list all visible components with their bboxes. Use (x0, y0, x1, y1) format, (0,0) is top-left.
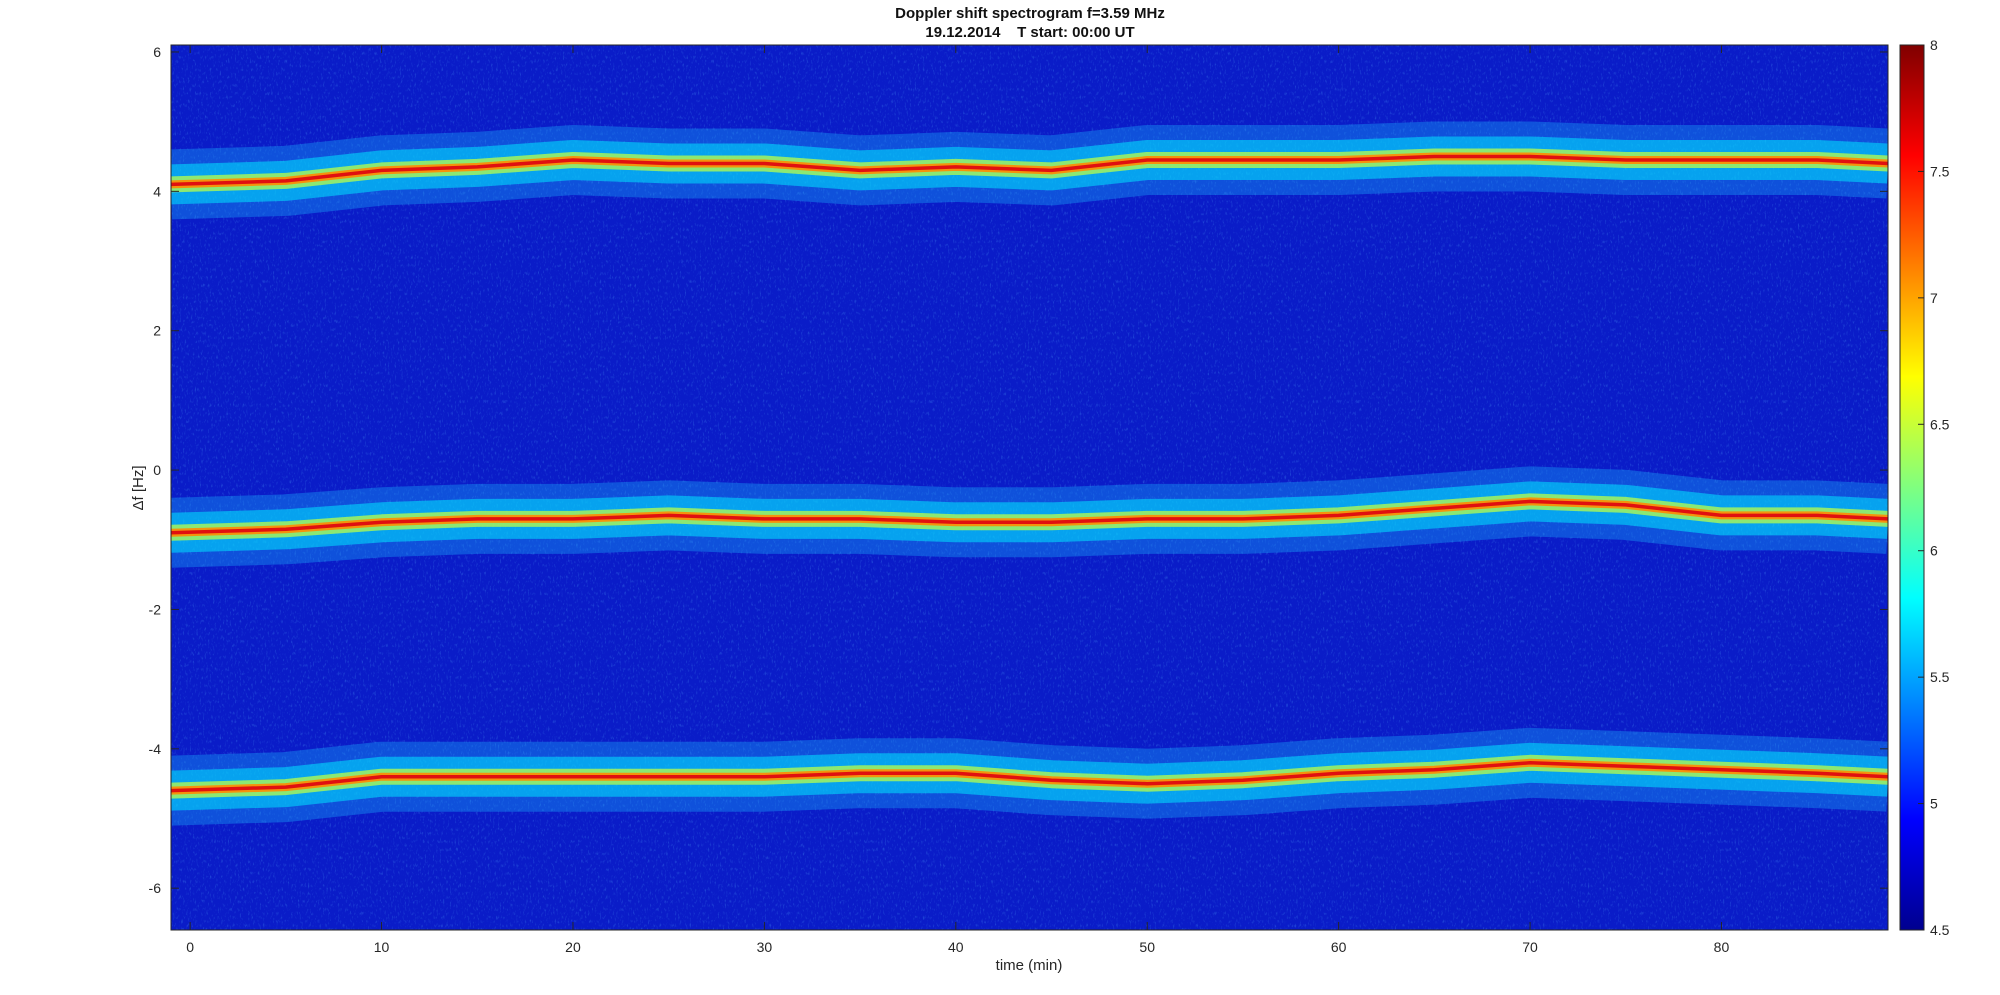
colorbar-tick-label-1: 7.5 (1930, 163, 1950, 179)
x-axis-label: time (min) (996, 957, 1063, 974)
x-tick-label-4: 40 (948, 939, 964, 955)
x-tick-label-5: 50 (1139, 939, 1155, 955)
colorbar-tick-label-5: 5.5 (1930, 669, 1950, 685)
colorbar-tick-label-6: 5 (1930, 796, 1938, 812)
colorbar-tick-label-7: 4.5 (1930, 922, 1950, 938)
x-tick-label-6: 60 (1331, 939, 1347, 955)
y-tick-label-3: 0 (153, 462, 161, 478)
y-tick-label-6: -6 (149, 880, 162, 896)
x-tick-label-1: 10 (374, 939, 390, 955)
y-tick-label-2: 2 (153, 323, 161, 339)
x-tick-label-0: 0 (186, 939, 194, 955)
colorbar-tick-label-2: 7 (1930, 290, 1938, 306)
y-axis-label: Δf [Hz] (130, 465, 147, 510)
x-tick-label-3: 30 (757, 939, 773, 955)
y-tick-label-0: 6 (153, 44, 161, 60)
colorbar-gradient (1900, 45, 1924, 930)
colorbar-tick-label-4: 6 (1930, 543, 1938, 559)
y-tick-label-1: 4 (153, 183, 161, 199)
colorbar: 8 7.5 7 6.5 6 5.5 5 4.5 (1899, 37, 1950, 938)
colorbar-tick-label-3: 6.5 (1930, 416, 1950, 432)
x-tick-label-8: 80 (1714, 939, 1730, 955)
colorbar-tick-label-0: 8 (1930, 37, 1938, 53)
x-tick-label-2: 20 (565, 939, 581, 955)
y-tick-label-4: -2 (149, 601, 162, 617)
spectrogram-figure: Doppler shift spectrogram f=3.59 MHz 19.… (130, 5, 1950, 974)
plot-area (170, 44, 1889, 931)
y-tick-label-5: -4 (149, 741, 162, 757)
x-tick-label-7: 70 (1522, 939, 1538, 955)
chart-title: Doppler shift spectrogram f=3.59 MHz (895, 5, 1165, 22)
chart-subtitle: 19.12.2014 T start: 00:00 UT (925, 24, 1134, 41)
